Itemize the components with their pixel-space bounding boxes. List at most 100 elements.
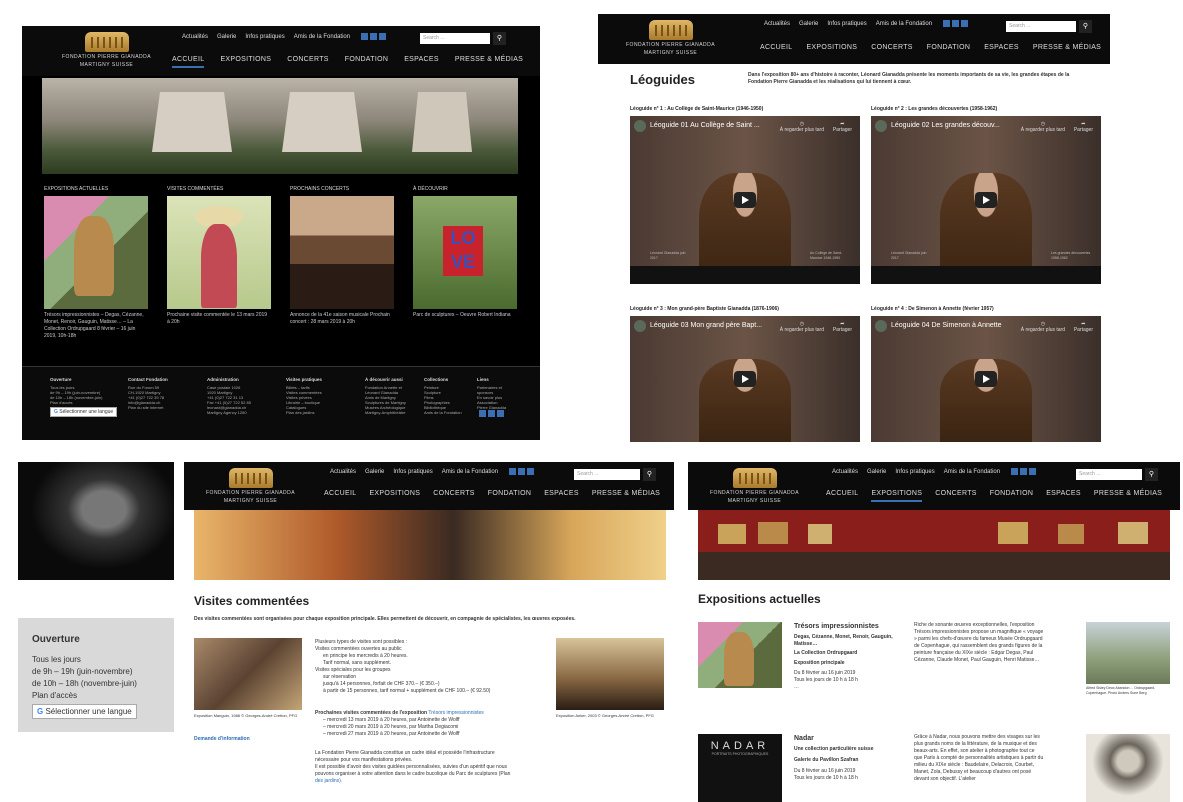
- facebook-icon[interactable]: [943, 20, 951, 27]
- youtube-icon[interactable]: [497, 410, 504, 417]
- youtube-icon[interactable]: [961, 20, 969, 27]
- twitter-icon[interactable]: [952, 20, 960, 27]
- search-icon[interactable]: ⚲: [643, 468, 656, 482]
- search-icon[interactable]: ⚲: [1145, 468, 1158, 482]
- video-player-4[interactable]: Léoguide 04 De Simenon à Annette ◷ À rega…: [871, 316, 1101, 442]
- nav-fondation[interactable]: FONDATION: [345, 56, 388, 68]
- twitter-icon[interactable]: [488, 410, 495, 417]
- main-nav: ACCUEIL EXPOSITIONS CONCERTS FONDATION E…: [324, 490, 661, 497]
- top-nav: Actualités Galerie Infos pratiques Amis …: [182, 33, 387, 40]
- access-map-link[interactable]: Plan d'accès: [32, 690, 137, 702]
- caption-expositions[interactable]: Trésors impressionnistes – Degas, Cézann…: [44, 312, 148, 340]
- watch-later-button[interactable]: ◷ À regarder plus tard: [1021, 121, 1065, 133]
- garden-map-link[interactable]: des jardins).: [315, 778, 565, 785]
- site-header: FONDATION PIERRE GIANADDA MARTIGNY SUISS…: [22, 26, 540, 76]
- share-button[interactable]: ➦ Partager: [833, 321, 852, 333]
- private-tours-text: La Fondation Pierre Gianadda constitue u…: [315, 750, 565, 785]
- twitter-icon[interactable]: [370, 33, 378, 40]
- guided-tour-banner-image: [194, 510, 666, 580]
- search-input[interactable]: Search ...: [1076, 469, 1142, 481]
- caption-concerts[interactable]: Annonce de la 41e saison musicale Procha…: [290, 312, 394, 326]
- video-control-bar[interactable]: [871, 266, 1101, 284]
- exhibition-2-description: Grâce à Nadar, nous pouvons mettre des v…: [914, 734, 1044, 782]
- language-select-button[interactable]: G Sélectionner une langue: [50, 407, 118, 417]
- share-button[interactable]: ➦ Partager: [833, 121, 852, 133]
- footer-col-contact: Contact Fondation Rue du Forum 59 CH-1920 …: [128, 377, 168, 410]
- play-icon[interactable]: [975, 371, 997, 387]
- nav-expositions[interactable]: EXPOSITIONS: [220, 56, 271, 68]
- video-player-1[interactable]: Léoguide 01 Au Collège de Saint ... ◷ À r…: [630, 116, 860, 284]
- twitter-icon[interactable]: [518, 468, 526, 475]
- facebook-icon[interactable]: [479, 410, 486, 417]
- channel-avatar-icon: [634, 320, 646, 332]
- section-heading-concerts: PROCHAINS CONCERTS: [290, 186, 350, 192]
- video-title-3[interactable]: Léoguide 03 Mon grand père Bapt...: [650, 322, 762, 329]
- exhibition-1-title[interactable]: Trésors impressionnistes: [794, 622, 894, 631]
- tour-photo-left: [194, 638, 302, 710]
- top-nav: Actualités Galerie Infos pratiques Amis …: [764, 20, 969, 27]
- main-nav: ACCUEIL EXPOSITIONS CONCERTS FONDATION E…: [172, 56, 523, 68]
- logo-line2: MARTIGNY SUISSE: [79, 62, 134, 68]
- caption-visites[interactable]: Prochaine visite commentée le 13 mars 20…: [167, 312, 271, 326]
- facebook-icon[interactable]: [1011, 468, 1019, 475]
- footer-col-decouvrir: À découvrir aussi Fondation Annette et Léo…: [365, 377, 406, 415]
- watch-later-button[interactable]: ◷ À regarder plus tard: [1021, 321, 1065, 333]
- play-icon[interactable]: [734, 192, 756, 208]
- top-link-galerie[interactable]: Galerie: [217, 34, 236, 40]
- nav-accueil[interactable]: ACCUEIL: [172, 56, 205, 68]
- youtube-icon[interactable]: [527, 468, 535, 475]
- exhibition-2-title[interactable]: Nadar: [794, 734, 894, 743]
- watch-later-button[interactable]: ◷ À regarder plus tard: [780, 321, 824, 333]
- search-input[interactable]: Search ...: [574, 469, 640, 481]
- leoguides-page: FONDATION PIERRE GIANADDA MARTIGNY SUISS…: [598, 14, 1110, 442]
- watch-later-button[interactable]: ◷ À regarder plus tard: [780, 121, 824, 133]
- play-icon[interactable]: [975, 192, 997, 208]
- video-label-2: Léoguide n° 2 : Les grandes découvertes …: [871, 106, 998, 112]
- top-link-amis[interactable]: Amis de la Fondation: [294, 34, 350, 40]
- video-control-bar[interactable]: [630, 266, 860, 284]
- nav-concerts[interactable]: CONCERTS: [287, 56, 329, 68]
- info-request-link[interactable]: Demande d'information: [194, 736, 250, 743]
- search-icon[interactable]: ⚲: [493, 32, 506, 46]
- sisley-painting-image: [1086, 622, 1170, 684]
- love-sculpture-image[interactable]: LO VE: [413, 196, 517, 309]
- video-player-2[interactable]: Léoguide 02 Les grandes découv... ◷ À reg…: [871, 116, 1101, 284]
- right-photo-caption: Exposition Anker, 2003 © Georges-André C…: [556, 713, 654, 718]
- logo[interactable]: FONDATION PIERRE GIANADDA MARTIGNY SUISS…: [206, 468, 295, 504]
- video-title-4[interactable]: Léoguide 04 De Simenon à Annette: [891, 322, 1002, 329]
- nadar-poster[interactable]: NADAR PORTRAITS PHOTOGRAPHIQUES: [698, 734, 782, 802]
- video-title-2[interactable]: Léoguide 02 Les grandes découv...: [891, 122, 1000, 129]
- logo[interactable]: FONDATION PIERRE GIANADDA MARTIGNY SUISS…: [626, 20, 715, 56]
- share-button[interactable]: ➦ Partager: [1074, 321, 1093, 333]
- twitter-icon[interactable]: [1020, 468, 1028, 475]
- top-link-infos[interactable]: Infos pratiques: [245, 34, 284, 40]
- nav-espaces[interactable]: ESPACES: [404, 56, 439, 68]
- search-input[interactable]: Search ...: [420, 33, 490, 45]
- search-input[interactable]: Search ...: [1006, 21, 1076, 33]
- footer-col-collections: Collections Peinture Sculpture Films Photogr…: [424, 377, 462, 415]
- logo[interactable]: FONDATION PIERRE GIANADDA MARTIGNY SUISS…: [62, 32, 151, 68]
- top-link-actualites[interactable]: Actualités: [182, 34, 208, 40]
- language-select-button[interactable]: G Sélectionner une langue: [32, 704, 137, 719]
- caption-decouvrir[interactable]: Parc de sculptures – Oeuvre Robert India…: [413, 312, 517, 319]
- facebook-icon[interactable]: [361, 33, 369, 40]
- youtube-icon[interactable]: [1029, 468, 1037, 475]
- gauguin-painting-image[interactable]: [44, 196, 148, 309]
- search-icon[interactable]: ⚲: [1079, 20, 1092, 34]
- nav-presse[interactable]: PRESSE & MÉDIAS: [455, 56, 523, 68]
- top-nav: Actualités Galerie Infos pratiques Amis …: [832, 468, 1037, 475]
- concert-hall-image[interactable]: [290, 196, 394, 309]
- video-player-3[interactable]: Léoguide 03 Mon grand père Bapt... ◷ À re…: [630, 316, 860, 442]
- youtube-icon[interactable]: [379, 33, 387, 40]
- logo[interactable]: FONDATION PIERRE GIANADDA MARTIGNY SUISS…: [710, 468, 799, 504]
- morisot-painting-image[interactable]: [167, 196, 271, 309]
- share-button[interactable]: ➦ Partager: [1074, 121, 1093, 133]
- footer-col-administration: Administration Case postale 1026 1920 Mart…: [207, 377, 251, 415]
- facebook-icon[interactable]: [509, 468, 517, 475]
- gauguin-thumbnail[interactable]: [698, 622, 782, 688]
- play-icon[interactable]: [734, 371, 756, 387]
- video-title-1[interactable]: Léoguide 01 Au Collège de Saint ...: [650, 122, 760, 129]
- exhibition-link[interactable]: Trésors impressionnistes: [428, 710, 483, 716]
- bull-sculpture-image: [18, 462, 174, 580]
- exhibition-2-summary: Nadar Une collection particulière suisse…: [794, 734, 894, 782]
